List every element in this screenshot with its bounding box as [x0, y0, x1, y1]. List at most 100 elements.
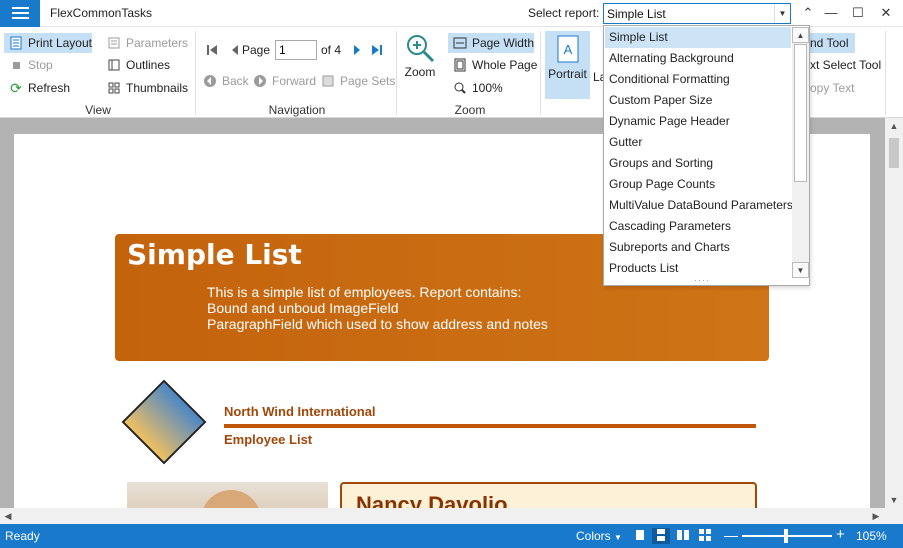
zoom-in-button[interactable]: + [836, 526, 845, 543]
outlines-label: Outlines [126, 58, 171, 72]
dropdown-item[interactable]: MultiValue DataBound Parameters [605, 195, 793, 216]
print-layout-icon [8, 35, 24, 51]
select-tool-button[interactable]: xt Select Tool [810, 55, 881, 75]
dropdown-item[interactable]: Simple List [605, 27, 791, 48]
dropdown-item[interactable]: Custom Paper Size [605, 90, 791, 111]
print-layout-button[interactable]: Print Layout [4, 33, 92, 53]
stop-button[interactable]: Stop [4, 55, 53, 75]
ribbon-separator [540, 31, 541, 115]
lighthouse-logo [121, 379, 207, 465]
zoom-out-button[interactable]: — [724, 527, 738, 543]
svg-text:A: A [563, 42, 572, 57]
report-title: Simple List [127, 238, 302, 271]
vertical-scrollbar[interactable]: ▲ ▼ [885, 118, 903, 508]
chevron-down-icon[interactable]: ▼ [774, 4, 790, 23]
ribbon-separator [885, 31, 886, 115]
back-arrow-icon [202, 73, 218, 89]
page-width-button[interactable]: Page Width [448, 33, 534, 53]
close-button[interactable]: ✕ [874, 2, 898, 24]
zoom-button[interactable]: Zoom [401, 33, 439, 79]
scroll-thumb[interactable] [889, 138, 899, 168]
two-page-view-button[interactable] [674, 528, 692, 544]
resize-grip-icon[interactable]: ···· [694, 275, 710, 285]
magnifier-small-icon [452, 80, 468, 96]
next-page-icon [349, 42, 365, 58]
description-line: ParagraphField which used to show addres… [207, 316, 548, 332]
app-title: FlexCommonTasks [50, 6, 153, 20]
scroll-right-icon[interactable]: ▶ [868, 508, 884, 524]
page-sets-button[interactable]: Page Sets [316, 71, 395, 91]
hand-tool-button[interactable]: nd Tool [810, 33, 855, 53]
page-width-label: Page Width [471, 36, 534, 50]
first-page-button[interactable] [200, 40, 224, 60]
description-line: Bound and unboud ImageField [207, 300, 399, 316]
zoom-slider-thumb[interactable] [784, 529, 788, 543]
scroll-up-icon[interactable]: ▲ [885, 118, 903, 134]
whole-page-label: Whole Page [472, 58, 538, 72]
description-line: This is a simple list of employees. Repo… [207, 284, 522, 300]
dropdown-scrollbar[interactable]: ▲ ▼ [792, 27, 809, 278]
portrait-button[interactable]: A Portrait [545, 31, 590, 99]
single-page-view-button[interactable] [631, 528, 649, 544]
two-page-icon [677, 529, 689, 544]
maximize-button[interactable]: ☐ [846, 2, 870, 24]
refresh-label: Refresh [28, 81, 71, 95]
first-page-icon [204, 42, 220, 58]
dropdown-scroll-thumb[interactable] [794, 44, 807, 182]
dropdown-item[interactable]: Gutter [605, 132, 791, 153]
zoom-100-button[interactable]: 100% [448, 78, 503, 98]
forward-arrow-icon [252, 73, 268, 89]
colors-label: Colors [576, 529, 611, 543]
parameters-button[interactable]: Parameters [102, 33, 188, 53]
dropdown-item[interactable]: Conditional Formatting [605, 69, 791, 90]
continuous-page-icon [656, 528, 666, 544]
dropdown-item[interactable]: Alternating Background [605, 48, 791, 69]
scroll-up-icon[interactable]: ▲ [792, 27, 809, 43]
thumbnails-label: Thumbnails [126, 81, 189, 95]
dropdown-arrow-icon: ▼ [614, 533, 622, 542]
scroll-down-icon[interactable]: ▼ [885, 492, 903, 508]
ribbon-separator [396, 31, 397, 115]
dropdown-item[interactable]: Group Page Counts [605, 174, 791, 195]
hamburger-menu-button[interactable] [0, 0, 40, 27]
select-tool-label: xt Select Tool [810, 58, 882, 72]
dropdown-item[interactable]: Cascading Parameters [605, 216, 791, 237]
title-bar: FlexCommonTasks Select report: Simple Li… [0, 0, 903, 27]
thumbnails-button[interactable]: Thumbnails [102, 78, 188, 98]
report-select-value: Simple List [607, 7, 666, 21]
multi-page-icon [699, 528, 711, 544]
navigation-group-label: Navigation [268, 103, 326, 117]
continuous-view-button[interactable] [652, 528, 670, 544]
zoom-100-label: 100% [472, 81, 503, 95]
refresh-button[interactable]: ⟳ Refresh [4, 78, 70, 98]
portrait-page-icon: A [545, 31, 590, 67]
dropdown-item[interactable]: Subreports and Charts [605, 237, 791, 258]
previous-page-icon [227, 42, 243, 58]
report-dropdown-list[interactable]: Simple List Alternating Background Condi… [603, 25, 810, 286]
report-select[interactable]: Simple List ▼ [603, 3, 791, 24]
scroll-left-icon[interactable]: ◀ [0, 508, 16, 524]
outlines-button[interactable]: Outlines [102, 55, 170, 75]
multi-page-view-button[interactable] [696, 528, 714, 544]
copy-text-button[interactable]: opy Text [810, 78, 854, 98]
last-page-button[interactable] [365, 40, 389, 60]
colors-button[interactable]: Colors ▼ [576, 529, 622, 543]
horizontal-scrollbar[interactable]: ◀ ▶ [0, 508, 885, 524]
forward-label: Forward [272, 74, 317, 88]
forward-button[interactable]: Forward [248, 71, 316, 91]
status-bar: Ready Colors ▼ — + 105% [0, 524, 903, 548]
back-button[interactable]: Back [198, 71, 249, 91]
scroll-corner [885, 508, 903, 524]
page-number-input[interactable] [275, 40, 317, 60]
select-report-label: Select report: [528, 6, 600, 20]
view-group-label: View [85, 103, 111, 117]
whole-page-icon [452, 57, 468, 73]
scroll-down-icon[interactable]: ▼ [792, 262, 809, 278]
dropdown-item[interactable]: Groups and Sorting [605, 153, 791, 174]
collapse-ribbon-button[interactable]: ⌃ [796, 2, 820, 24]
dropdown-item[interactable]: Dynamic Page Header [605, 111, 791, 132]
whole-page-button[interactable]: Whole Page [448, 55, 537, 75]
parameters-label: Parameters [126, 36, 189, 50]
magnifier-icon [401, 33, 439, 65]
minimize-button[interactable]: — [819, 2, 843, 24]
